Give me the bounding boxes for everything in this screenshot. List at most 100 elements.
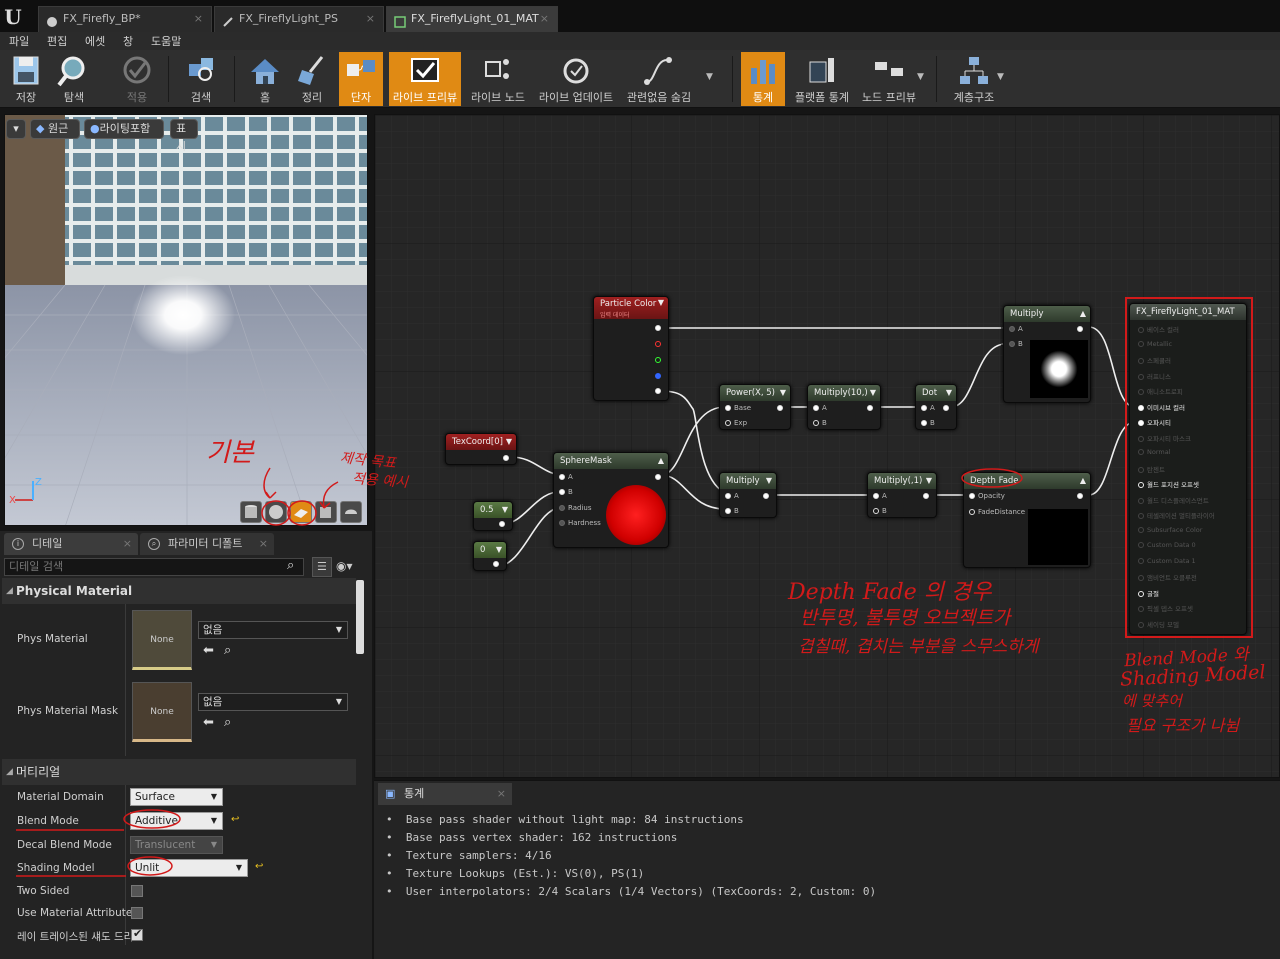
node-dot[interactable]: Dot ▼ A B (915, 384, 957, 430)
output-pin[interactable] (1077, 492, 1086, 500)
tab-parameter-defaults[interactable]: ⌕ 파라미터 디폴트 × (140, 533, 274, 555)
hide-unrelated-button[interactable]: 관련없음 숨김 (624, 52, 694, 106)
node-constant-0[interactable]: 0 ▼ (473, 541, 507, 571)
use-material-attributes-checkbox[interactable] (131, 907, 143, 919)
search-button[interactable]: 검색 (176, 52, 226, 106)
close-icon[interactable]: × (540, 7, 549, 31)
node-particle-color[interactable]: Particle Color 입력 데이터 ▼ (593, 296, 669, 401)
node-power[interactable]: Power(X, 5) ▼ Base Exp (719, 384, 791, 430)
node-texcoord[interactable]: TexCoord[0] ▼ (445, 433, 517, 465)
output-pin[interactable] (1077, 325, 1086, 333)
close-icon[interactable]: × (194, 7, 203, 31)
collapse-icon[interactable]: ▼ (766, 473, 772, 489)
output-pin[interactable] (777, 404, 786, 412)
node-spheremask[interactable]: SphereMask ▲ A B Radius Hardness (553, 452, 669, 548)
preview-viewport[interactable]: Z X (4, 114, 368, 526)
input-pin-base[interactable]: Base (725, 404, 751, 412)
menu-asset[interactable]: 에셋 (85, 33, 105, 49)
close-icon[interactable]: × (497, 783, 506, 805)
phys-material-thumbnail[interactable]: None (132, 610, 192, 670)
collapse-icon[interactable]: ▲ (1080, 306, 1086, 322)
output-pin[interactable] (763, 492, 772, 500)
collapse-icon[interactable]: ▼ (502, 502, 508, 518)
output-pin-rgb[interactable] (655, 324, 664, 332)
node-multiply-mid[interactable]: Multiply ▼ A B (719, 472, 777, 518)
lit-mode-button[interactable]: ●라이팅포함 (84, 119, 164, 139)
preview-plane-button[interactable] (290, 501, 312, 523)
node-preview-button[interactable]: 노드 프리뷰 (858, 52, 920, 106)
collapse-icon[interactable]: ▼ (496, 542, 502, 558)
input-pin-exp[interactable]: Exp (725, 419, 747, 427)
node-multiply-top[interactable]: Multiply ▲ A B (1003, 305, 1091, 403)
unreal-logo-icon[interactable]: U (0, 4, 26, 30)
input-pin-a[interactable]: A (813, 404, 827, 412)
output-pin[interactable] (867, 404, 876, 412)
node-multiply-10[interactable]: Multiply(10,) ▼ A B (807, 384, 881, 430)
home-button[interactable]: 홈 (242, 52, 288, 106)
output-pin-a[interactable] (655, 387, 664, 395)
reset-to-default-icon[interactable]: ↩ (255, 861, 263, 872)
collapse-icon[interactable]: ▼ (870, 385, 876, 401)
two-sided-checkbox[interactable] (131, 885, 143, 897)
use-selected-arrow-icon[interactable]: ⬅ (203, 715, 214, 730)
browse-button[interactable]: 탐색 (50, 52, 98, 106)
tab-fx-fireflylight-mat[interactable]: FX_FireflyLight_01_MAT × (386, 6, 558, 32)
menu-window[interactable]: 창 (123, 33, 133, 49)
chevron-down-icon[interactable]: ▼ (706, 72, 713, 82)
input-pin-a[interactable]: A (725, 492, 739, 500)
browse-magnifier-icon[interactable]: ⌕ (224, 643, 231, 658)
connectors-button[interactable]: 단자 (339, 52, 383, 106)
input-pin-radius[interactable]: Radius (559, 504, 591, 512)
scrollbar[interactable] (356, 580, 364, 654)
output-pin[interactable] (499, 520, 508, 528)
raytraced-shadow-checkbox[interactable]: ✔ (131, 927, 143, 941)
preview-cylinder-button[interactable] (240, 501, 262, 523)
output-pin[interactable] (943, 404, 952, 412)
preview-cube-button[interactable] (315, 501, 337, 523)
node-depth-fade[interactable]: Depth Fade ▲ Opacity FadeDistance (963, 472, 1091, 568)
input-pin-b[interactable]: B (873, 507, 887, 515)
preview-custom-mesh-button[interactable] (340, 501, 362, 523)
tab-details[interactable]: i 디테일 × (4, 533, 138, 555)
collapse-icon[interactable]: ▲ (658, 453, 664, 469)
input-pin-b[interactable]: B (1009, 340, 1023, 348)
input-pin-a[interactable]: A (921, 404, 935, 412)
show-button[interactable]: 표시 (170, 119, 198, 153)
node-multiply-1[interactable]: Multiply(,1) ▼ A B (867, 472, 937, 518)
collapse-icon[interactable]: ▼ (506, 434, 512, 450)
live-update-button[interactable]: 라이브 업데이트 (536, 52, 616, 106)
material-domain-combo[interactable]: Surface ▼ (130, 788, 223, 806)
perspective-button[interactable]: ◆ 원근 (30, 119, 80, 139)
input-pin-fadedistance[interactable]: FadeDistance (969, 508, 1025, 516)
use-selected-arrow-icon[interactable]: ⬅ (203, 643, 214, 658)
input-pin-a[interactable]: A (1009, 325, 1023, 333)
output-pin[interactable] (503, 454, 512, 462)
input-pin-hardness[interactable]: Hardness (559, 519, 601, 527)
phys-material-mask-combo[interactable]: 없음 ▼ (198, 693, 348, 711)
collapse-icon[interactable]: ▼ (780, 385, 786, 401)
phys-material-mask-thumbnail[interactable]: None (132, 682, 192, 742)
output-pin-g[interactable] (655, 356, 664, 364)
node-constant-0-5[interactable]: 0.5 ▼ (473, 501, 513, 531)
close-icon[interactable]: × (259, 533, 268, 555)
search-icon[interactable]: ⌕ (287, 558, 294, 573)
collapse-icon[interactable]: ▼ (946, 385, 952, 401)
menu-help[interactable]: 도움말 (151, 33, 181, 49)
live-preview-button[interactable]: 라이브 프리뷰 (389, 52, 461, 106)
input-pin-b[interactable]: B (559, 488, 573, 496)
input-pin-b[interactable]: B (725, 507, 739, 515)
collapse-icon[interactable]: ▼ (926, 473, 932, 489)
section-physical-material[interactable]: ◢ Physical Material (2, 578, 356, 604)
collapse-icon[interactable]: ▼ (658, 297, 664, 308)
output-pin-r[interactable] (655, 340, 664, 348)
viewport-options-button[interactable]: ▾ (6, 119, 26, 139)
eye-visibility-button[interactable]: ◉▾ (336, 559, 353, 573)
phys-material-combo[interactable]: 없음 ▼ (198, 621, 348, 639)
tab-stats[interactable]: ▣ 통계 × (378, 783, 512, 805)
input-pin-a[interactable]: A (559, 473, 573, 481)
tab-fx-fireflylight-ps[interactable]: FX_FireflyLight_PS × (214, 6, 384, 32)
tab-fx-firefly-bp[interactable]: FX_Firefly_BP* × (38, 6, 212, 32)
input-pin-opacity[interactable]: Opacity (969, 492, 1005, 500)
preview-sphere-button[interactable] (265, 501, 287, 523)
close-icon[interactable]: × (123, 533, 132, 555)
